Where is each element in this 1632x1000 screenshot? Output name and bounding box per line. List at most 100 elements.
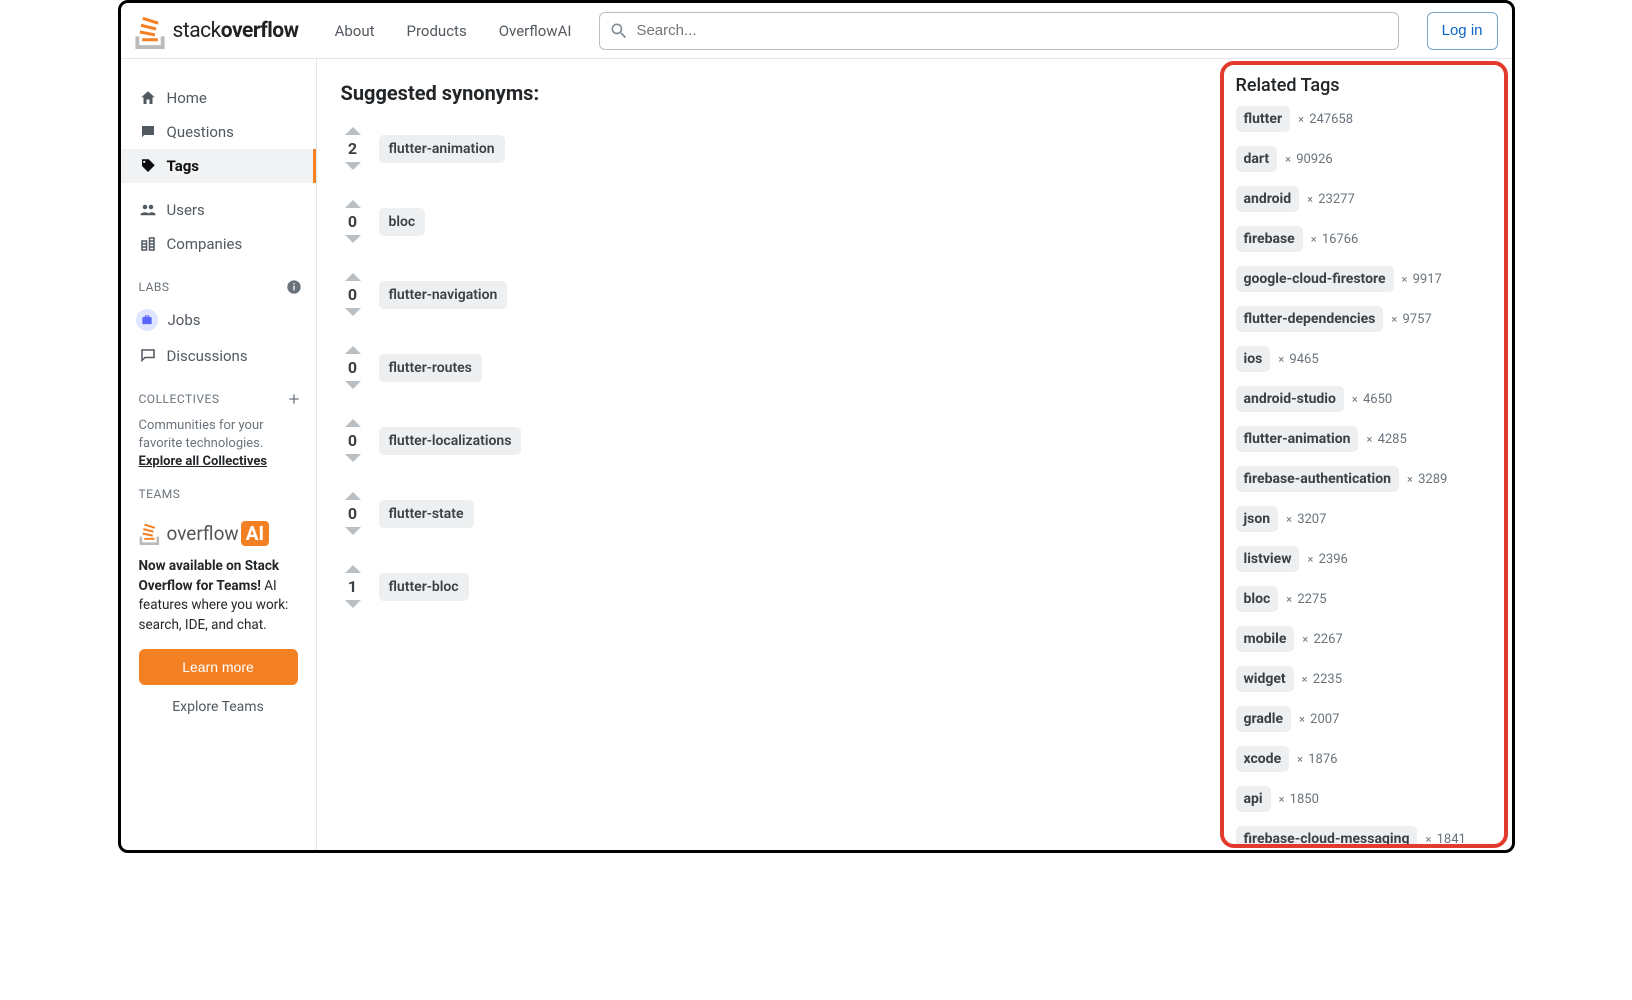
related-tag[interactable]: flutter-animation: [1236, 426, 1359, 452]
related-tag-row: firebase-cloud-messaging× 1841: [1236, 826, 1494, 848]
companies-icon: [139, 235, 157, 253]
vote-controls: 0: [341, 419, 365, 462]
nav-overflowai[interactable]: OverflowAI: [495, 16, 576, 46]
sidebar-item-label: Questions: [167, 123, 234, 141]
related-tag-row: ios× 9465: [1236, 346, 1494, 372]
tags-icon: [139, 157, 157, 175]
plus-icon[interactable]: [286, 391, 302, 407]
users-icon: [139, 201, 157, 219]
top-nav: About Products OverflowAI: [331, 16, 576, 46]
related-tag[interactable]: google-cloud-firestore: [1236, 266, 1394, 292]
synonym-row: 0flutter-routes: [341, 346, 1196, 389]
sidebar-item-discussions[interactable]: Discussions: [121, 339, 316, 373]
jobs-icon: [136, 309, 158, 331]
related-tag-count: × 2267: [1302, 632, 1342, 647]
related-tag[interactable]: android: [1236, 186, 1300, 212]
downvote-button[interactable]: [345, 527, 361, 535]
vote-controls: 0: [341, 492, 365, 535]
learn-more-button[interactable]: Learn more: [139, 649, 298, 685]
search-icon: [609, 21, 629, 41]
explore-collectives-link[interactable]: Explore all Collectives: [121, 454, 316, 469]
vote-score: 0: [348, 429, 357, 452]
related-tag-count: × 4285: [1366, 432, 1406, 447]
related-tag[interactable]: json: [1236, 506, 1279, 532]
stackoverflow-mini-icon: [139, 521, 161, 545]
synonym-tag[interactable]: flutter-localizations: [379, 427, 522, 455]
related-tag-count: × 90926: [1285, 152, 1333, 167]
sidebar-item-label: Home: [167, 89, 207, 107]
related-tag[interactable]: xcode: [1236, 746, 1290, 772]
related-tag-row: flutter-animation × 4285: [1236, 426, 1494, 452]
synonym-tag[interactable]: flutter-navigation: [379, 281, 508, 309]
synonym-tag[interactable]: flutter-routes: [379, 354, 482, 382]
sidebar-item-label: Tags: [167, 157, 200, 175]
related-tag[interactable]: firebase: [1236, 226, 1303, 252]
downvote-button[interactable]: [345, 162, 361, 170]
teams-label: TEAMS: [121, 469, 316, 507]
upvote-button[interactable]: [345, 565, 361, 573]
search-wrap: [599, 12, 1398, 50]
synonym-tag[interactable]: bloc: [379, 208, 426, 236]
sidebar-item-tags[interactable]: Tags: [121, 149, 316, 183]
sidebar-item-companies[interactable]: Companies: [121, 227, 316, 261]
downvote-button[interactable]: [345, 454, 361, 462]
downvote-button[interactable]: [345, 381, 361, 389]
synonym-row: 0 flutter-localizations: [341, 419, 1196, 462]
related-tag[interactable]: flutter-dependencies: [1236, 306, 1384, 332]
upvote-button[interactable]: [345, 273, 361, 281]
related-tag[interactable]: bloc: [1236, 586, 1279, 612]
related-tag[interactable]: gradle: [1236, 706, 1292, 732]
home-icon: [139, 89, 157, 107]
related-tag-count: × 4650: [1352, 392, 1392, 407]
sidebar-item-jobs[interactable]: Jobs: [121, 301, 316, 339]
related-tag-row: android-studio × 4650: [1236, 386, 1494, 412]
related-tag-row: firebase× 16766: [1236, 226, 1494, 252]
related-tag-row: json × 3207: [1236, 506, 1494, 532]
nav-about[interactable]: About: [331, 16, 379, 46]
teams-description: Now available on Stack Overflow for Team…: [139, 557, 298, 635]
sidebar-item-home[interactable]: Home: [121, 81, 316, 115]
synonym-row: 0bloc: [341, 200, 1196, 243]
explore-teams-link[interactable]: Explore Teams: [121, 699, 316, 715]
sidebar-item-label: Companies: [167, 235, 243, 253]
sidebar-item-label: Users: [167, 201, 205, 219]
synonym-tag[interactable]: flutter-animation: [379, 135, 505, 163]
nav-products[interactable]: Products: [403, 16, 471, 46]
upvote-button[interactable]: [345, 346, 361, 354]
upvote-button[interactable]: [345, 127, 361, 135]
upvote-button[interactable]: [345, 492, 361, 500]
topbar: stackoverflow About Products OverflowAI …: [121, 3, 1512, 59]
site-logo[interactable]: stackoverflow: [135, 13, 299, 49]
upvote-button[interactable]: [345, 200, 361, 208]
vote-controls: 1: [341, 565, 365, 608]
related-tag-count: × 3207: [1286, 512, 1326, 527]
related-tag[interactable]: listview: [1236, 546, 1300, 572]
page-title: Suggested synonyms:: [341, 81, 1196, 105]
login-button[interactable]: Log in: [1427, 12, 1498, 50]
synonym-row: 1 flutter-bloc: [341, 565, 1196, 608]
questions-icon: [139, 123, 157, 141]
synonym-tag[interactable]: flutter-state: [379, 500, 474, 528]
related-tag[interactable]: api: [1236, 786, 1271, 812]
related-tag-row: flutter-dependencies × 9757: [1236, 306, 1494, 332]
downvote-button[interactable]: [345, 308, 361, 316]
sidebar-item-users[interactable]: Users: [121, 193, 316, 227]
related-tag[interactable]: widget: [1236, 666, 1294, 692]
related-tag-count: × 9917: [1402, 272, 1442, 287]
related-tag[interactable]: flutter: [1236, 106, 1291, 132]
synonym-row: 0flutter-navigation: [341, 273, 1196, 316]
search-input[interactable]: [599, 12, 1398, 50]
related-tag[interactable]: android-studio: [1236, 386, 1344, 412]
sidebar-item-label: Discussions: [167, 347, 248, 365]
downvote-button[interactable]: [345, 235, 361, 243]
downvote-button[interactable]: [345, 600, 361, 608]
related-tag[interactable]: mobile: [1236, 626, 1295, 652]
related-tag[interactable]: dart: [1236, 146, 1278, 172]
related-tag-count: × 9757: [1391, 312, 1431, 327]
upvote-button[interactable]: [345, 419, 361, 427]
related-tag[interactable]: firebase-authentication: [1236, 466, 1399, 492]
related-tag[interactable]: ios: [1236, 346, 1271, 372]
sidebar-item-questions[interactable]: Questions: [121, 115, 316, 149]
related-tag[interactable]: firebase-cloud-messaging: [1236, 826, 1418, 848]
synonym-tag[interactable]: flutter-bloc: [379, 573, 469, 601]
